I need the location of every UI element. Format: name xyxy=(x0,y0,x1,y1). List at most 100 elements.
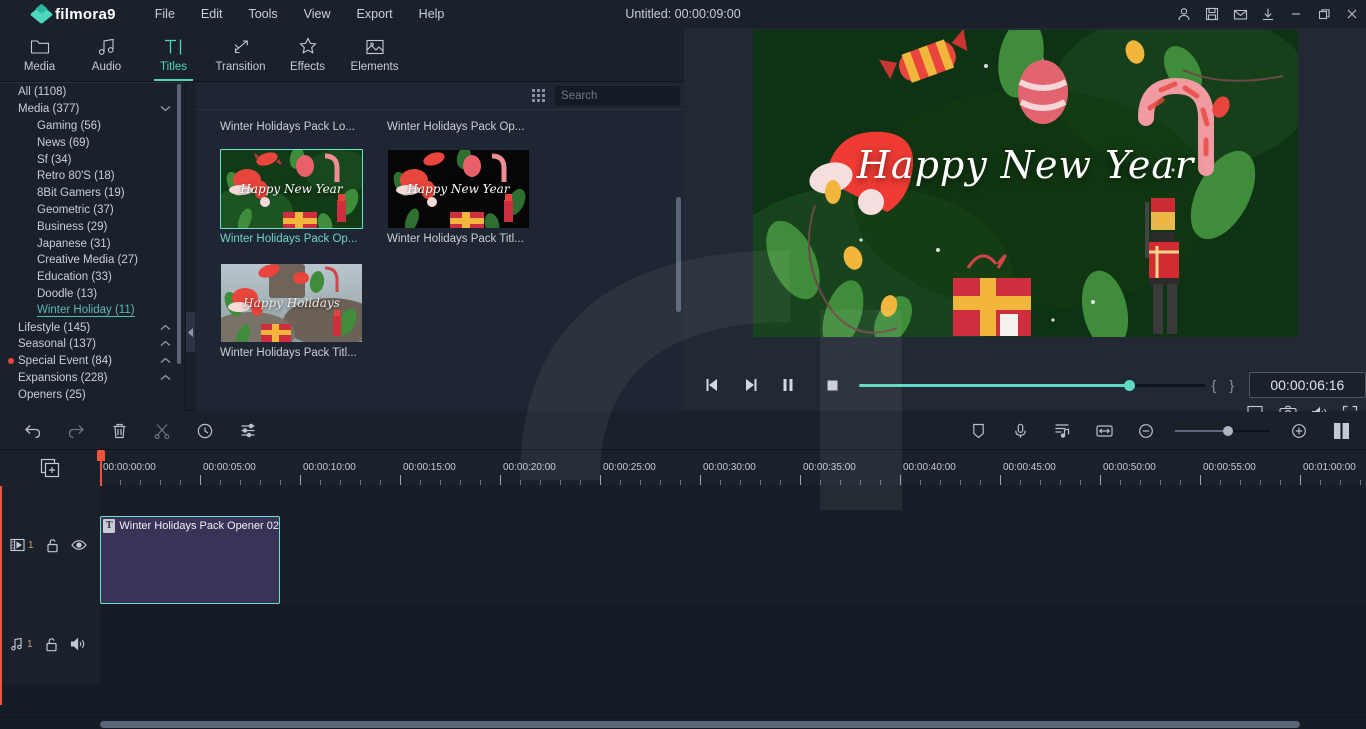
category-item[interactable]: Retro 80'S (18) xyxy=(0,168,185,185)
category-item[interactable]: Education (33) xyxy=(0,269,185,286)
ruler-playhead[interactable] xyxy=(97,450,105,486)
category-item[interactable]: Business (29) xyxy=(0,218,185,235)
speaker-icon[interactable] xyxy=(70,637,86,651)
menu-file[interactable]: File xyxy=(142,3,188,25)
minimize-icon[interactable] xyxy=(1282,0,1310,28)
category-item[interactable]: 8Bit Gamers (19) xyxy=(0,185,185,202)
category-item[interactable]: Gaming (56) xyxy=(0,118,185,135)
split-icon[interactable] xyxy=(143,416,181,446)
redo-icon[interactable] xyxy=(57,416,95,446)
category-item[interactable]: Lifestyle (145) xyxy=(0,319,185,336)
category-item[interactable]: Geometric (37) xyxy=(0,202,185,219)
tab-audio[interactable]: Audio xyxy=(73,29,140,81)
category-item[interactable]: Openers (25) xyxy=(0,386,185,403)
pause-button[interactable] xyxy=(770,370,808,400)
audio-track-lane[interactable] xyxy=(100,604,1366,684)
tab-transition[interactable]: Transition xyxy=(207,29,274,81)
library-scrollbar[interactable] xyxy=(676,197,681,312)
timeline-ruler[interactable]: 00:00:00:00 00:00:05:00 00:00:10:00 00:00:1… xyxy=(100,450,1366,486)
category-scrollbar[interactable] xyxy=(177,84,181,364)
preview-timecode[interactable]: 00:00:06:16 xyxy=(1248,372,1366,398)
fit-timeline-icon[interactable] xyxy=(1085,416,1123,446)
close-icon[interactable] xyxy=(1338,0,1366,28)
film-icon[interactable]: 1 xyxy=(10,538,34,552)
category-item[interactable]: Sf (34) xyxy=(0,151,185,168)
tab-effects[interactable]: Effects xyxy=(274,29,341,81)
zoom-handle[interactable] xyxy=(1223,425,1234,436)
template-thumbnail[interactable]: Happy New Year xyxy=(387,149,530,229)
stop-button[interactable] xyxy=(813,370,851,400)
mail-icon[interactable] xyxy=(1226,0,1254,28)
template-thumbnail[interactable]: Happy New Year xyxy=(220,149,363,229)
unlock-icon[interactable] xyxy=(46,538,59,553)
video-track-lane[interactable]: T Winter Holidays Pack Opener 02 xyxy=(100,486,1366,604)
grid-view-icon[interactable] xyxy=(532,89,545,102)
marker-icon[interactable] xyxy=(959,416,997,446)
play-button[interactable] xyxy=(732,370,770,400)
mark-in-button[interactable]: { xyxy=(1205,377,1223,393)
delete-icon[interactable] xyxy=(100,416,138,446)
category-item[interactable]: News (69) xyxy=(0,134,185,151)
category-item[interactable]: Doodle (13) xyxy=(0,286,185,303)
search-box[interactable] xyxy=(555,85,731,106)
template-grid[interactable]: Winter Holidays Pack Lo... Winter Holida… xyxy=(196,111,684,411)
save-icon[interactable] xyxy=(1198,0,1226,28)
undo-icon[interactable] xyxy=(14,416,52,446)
category-item[interactable]: All (1108) xyxy=(0,84,185,101)
tab-titles[interactable]: Titles xyxy=(140,29,207,81)
chevron-up-icon[interactable] xyxy=(160,356,171,366)
menu-tools[interactable]: Tools xyxy=(235,3,290,25)
settings-sliders-icon[interactable] xyxy=(229,416,267,446)
add-track-button[interactable] xyxy=(0,450,100,486)
tab-elements[interactable]: Elements xyxy=(341,29,408,81)
playhead[interactable] xyxy=(0,486,2,705)
menu-help[interactable]: Help xyxy=(406,3,458,25)
seek-handle[interactable] xyxy=(1123,379,1135,391)
seek-slider[interactable] xyxy=(859,375,1205,395)
restore-icon[interactable] xyxy=(1310,0,1338,28)
split-view-icon[interactable] xyxy=(1322,416,1360,446)
category-list[interactable]: All (1108) Media (377) Gaming (56) News (69… xyxy=(0,82,185,411)
audio-detach-icon[interactable] xyxy=(1043,416,1081,446)
previous-frame-button[interactable] xyxy=(694,370,732,400)
chevron-up-icon[interactable] xyxy=(160,373,171,383)
timeline-clip[interactable]: T Winter Holidays Pack Opener 02 xyxy=(100,516,280,604)
duration-icon[interactable] xyxy=(186,416,224,446)
list-item[interactable]: Winter Holidays Pack Lo... xyxy=(220,117,365,141)
list-item[interactable]: Happy Holidays Winter Holidays Pack Titl… xyxy=(220,263,365,367)
category-item[interactable]: Japanese (31) xyxy=(0,235,185,252)
menu-view[interactable]: View xyxy=(291,3,344,25)
zoom-out-icon[interactable] xyxy=(1127,416,1165,446)
download-icon[interactable] xyxy=(1254,0,1282,28)
music-icon[interactable]: 1 xyxy=(10,637,33,651)
unlock-icon[interactable] xyxy=(45,637,58,652)
collapse-panel-button[interactable] xyxy=(186,312,195,352)
video-preview[interactable]: Happy New Year xyxy=(753,30,1298,337)
list-item[interactable]: Happy New Year Winter Holidays Pack Titl… xyxy=(387,149,532,253)
category-item[interactable]: Creative Media (27) xyxy=(0,252,185,269)
zoom-in-icon[interactable] xyxy=(1280,416,1318,446)
eye-icon[interactable] xyxy=(70,539,87,551)
timeline-tracks: 1 T Winter Holidays Pack Opener 02 1 xyxy=(0,486,1366,717)
mark-out-button[interactable]: } xyxy=(1223,377,1241,393)
menu-export[interactable]: Export xyxy=(344,3,406,25)
playhead-handle[interactable] xyxy=(97,450,105,461)
timeline-scrollbar-thumb[interactable] xyxy=(100,721,1300,728)
chevron-up-icon[interactable] xyxy=(160,339,171,349)
category-item[interactable]: Expansions (228) xyxy=(0,370,185,387)
list-item[interactable]: Winter Holidays Pack Op... xyxy=(387,117,532,141)
tab-media[interactable]: Media xyxy=(6,29,73,81)
template-thumbnail[interactable]: Happy Holidays xyxy=(220,263,363,343)
category-item[interactable]: Seasonal (137) xyxy=(0,336,185,353)
chevron-down-icon[interactable] xyxy=(160,104,171,114)
zoom-slider[interactable] xyxy=(1175,424,1270,438)
category-item[interactable]: Special Event (84) xyxy=(0,353,185,370)
chevron-up-icon[interactable] xyxy=(160,323,171,333)
account-icon[interactable] xyxy=(1170,0,1198,28)
timeline-scrollbar[interactable] xyxy=(0,717,1366,729)
category-item[interactable]: Media (377) xyxy=(0,101,185,118)
microphone-icon[interactable] xyxy=(1001,416,1039,446)
list-item-selected[interactable]: Happy New Year Winter Holidays Pack Op..… xyxy=(220,149,365,253)
category-item[interactable]: Winter Holiday (11) xyxy=(0,302,185,319)
menu-edit[interactable]: Edit xyxy=(188,3,236,25)
